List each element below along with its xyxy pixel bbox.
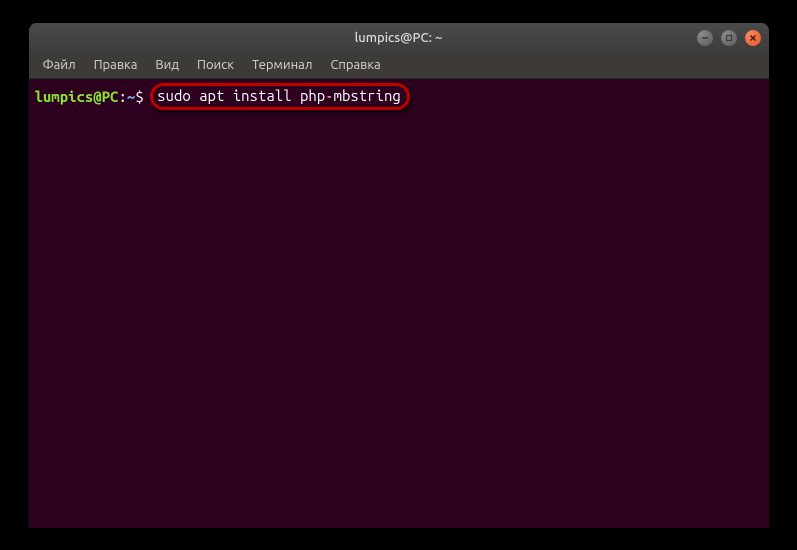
close-button[interactable] (745, 30, 761, 46)
close-icon (749, 34, 757, 42)
menu-edit[interactable]: Правка (86, 55, 146, 75)
minimize-button[interactable] (697, 30, 713, 46)
menu-view[interactable]: Вид (147, 55, 187, 75)
maximize-icon (725, 34, 733, 42)
window-controls (697, 30, 761, 46)
terminal-window: lumpics@PC: ~ Файл Правка Вид Поиск Терм… (29, 23, 769, 528)
minimize-icon (701, 34, 709, 42)
prompt-sep: : (119, 87, 127, 107)
prompt-line: lumpics@PC:~$ sudo apt install php-mbstr… (35, 83, 763, 111)
prompt-user: lumpics@PC (35, 87, 119, 107)
menu-search[interactable]: Поиск (189, 55, 242, 75)
menubar: Файл Правка Вид Поиск Терминал Справка (29, 53, 769, 79)
window-title: lumpics@PC: ~ (355, 31, 443, 45)
command-highlight: sudo apt install php-mbstring (150, 83, 410, 111)
menu-file[interactable]: Файл (35, 55, 84, 75)
maximize-button[interactable] (721, 30, 737, 46)
command-text: sudo apt install php-mbstring (157, 87, 401, 104)
titlebar[interactable]: lumpics@PC: ~ (29, 23, 769, 53)
menu-help[interactable]: Справка (322, 55, 388, 75)
terminal-area[interactable]: lumpics@PC:~$ sudo apt install php-mbstr… (29, 79, 769, 528)
prompt-path: ~ (127, 87, 135, 107)
menu-terminal[interactable]: Терминал (244, 55, 320, 75)
